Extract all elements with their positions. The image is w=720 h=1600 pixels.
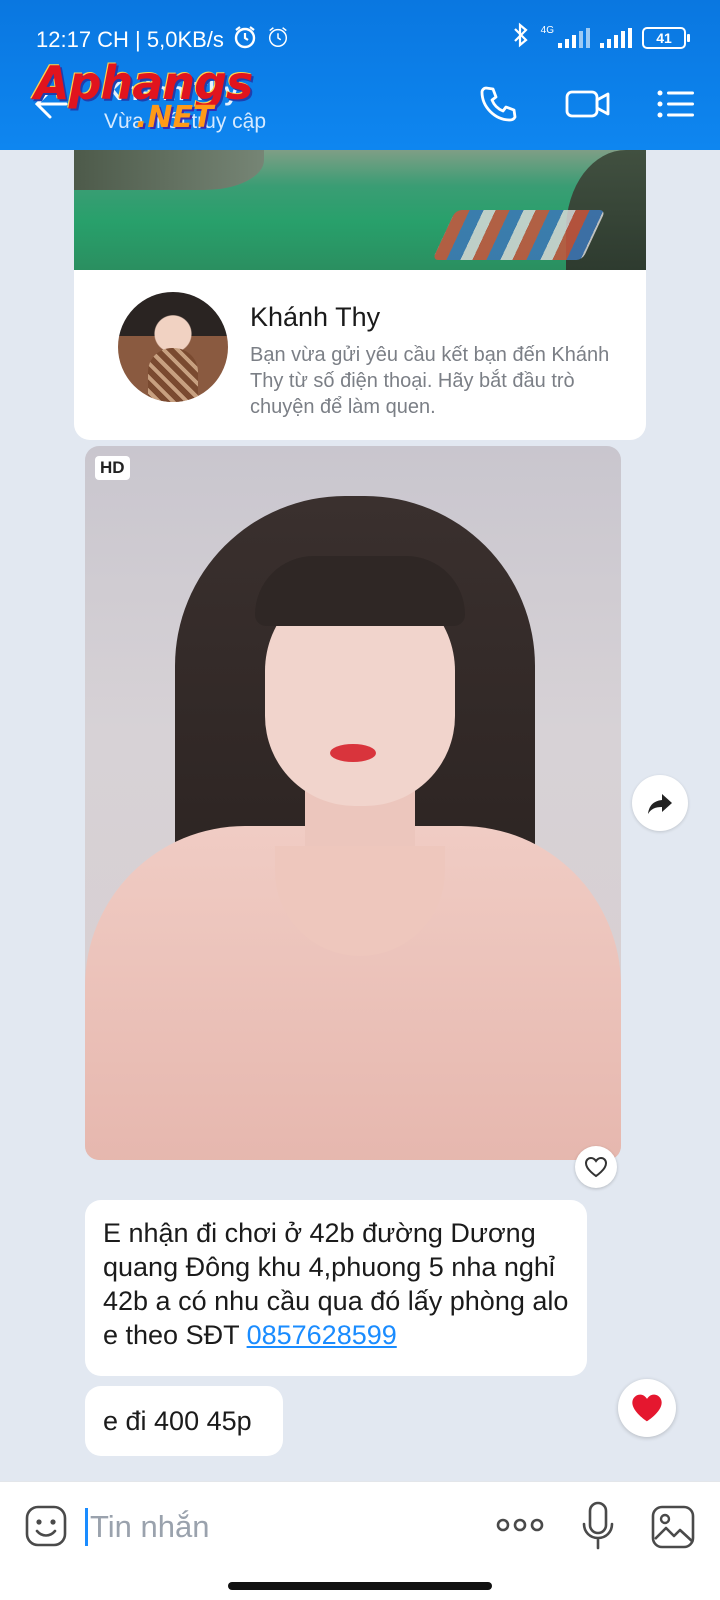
watermark-logo: Aphangs .NET xyxy=(34,56,264,140)
profile-cover-image xyxy=(74,150,646,270)
message-input[interactable] xyxy=(86,1502,466,1552)
forward-button[interactable] xyxy=(632,775,688,831)
hd-badge: HD xyxy=(95,456,130,480)
sticker-face-icon xyxy=(25,1505,67,1547)
forward-arrow-icon xyxy=(648,794,672,814)
status-time: 12:17 CH | 5,0KB/s xyxy=(36,27,224,52)
system-navigation-bar xyxy=(0,1570,720,1600)
sticker-button[interactable] xyxy=(24,1504,68,1548)
heart-reaction-button[interactable] xyxy=(618,1379,676,1437)
list-menu-icon xyxy=(657,90,694,118)
network-type-label: 4G xyxy=(540,25,554,36)
phone-icon xyxy=(480,86,517,122)
alarm-outline-icon xyxy=(266,25,290,55)
watermark-sub-text: .NET xyxy=(136,100,214,135)
send-image-button[interactable] xyxy=(650,1504,696,1550)
heart-outline-icon xyxy=(584,1156,608,1178)
avatar[interactable] xyxy=(118,292,228,402)
text-message[interactable]: E nhận đi chơi ở 42b đường Dương quang Đ… xyxy=(85,1200,587,1376)
text-message[interactable]: e đi 400 45p xyxy=(85,1386,283,1456)
friend-request-description: Bạn vừa gửi yêu cầu kết bạn đến Khánh Th… xyxy=(250,344,610,418)
image-gallery-icon xyxy=(651,1505,695,1549)
video-camera-icon xyxy=(565,90,610,118)
bluetooth-icon xyxy=(511,22,531,53)
react-button[interactable] xyxy=(575,1146,617,1188)
chat-options-button[interactable] xyxy=(654,82,702,126)
profile-name: Khánh Thy xyxy=(250,302,381,332)
message-composer xyxy=(0,1481,720,1570)
friend-request-card: Khánh Thy Bạn vừa gửi yêu cầu kết bạn đế… xyxy=(74,270,646,440)
status-bar: 12:17 CH | 5,0KB/s 4G 41 xyxy=(0,0,720,62)
message-text: e đi 400 45p xyxy=(103,1406,252,1436)
battery-icon: 41 xyxy=(642,26,690,49)
chat-header: 12:17 CH | 5,0KB/s 4G 41 Khánh Thy Vừa m… xyxy=(0,0,720,150)
photo-message[interactable]: HD xyxy=(85,446,621,1160)
home-indicator[interactable] xyxy=(228,1582,492,1590)
voice-message-button[interactable] xyxy=(578,1500,618,1552)
heart-filled-icon xyxy=(632,1394,662,1422)
cell-signal-icon xyxy=(558,27,590,48)
more-dots-icon xyxy=(496,1518,544,1532)
microphone-icon xyxy=(582,1501,614,1550)
voice-call-button[interactable] xyxy=(476,82,524,126)
phone-number-link[interactable]: 0857628599 xyxy=(247,1320,397,1350)
video-call-button[interactable] xyxy=(564,82,612,126)
more-options-button[interactable] xyxy=(495,1510,545,1540)
alarm-icon xyxy=(232,24,258,56)
cell-signal-2-icon xyxy=(600,27,632,48)
